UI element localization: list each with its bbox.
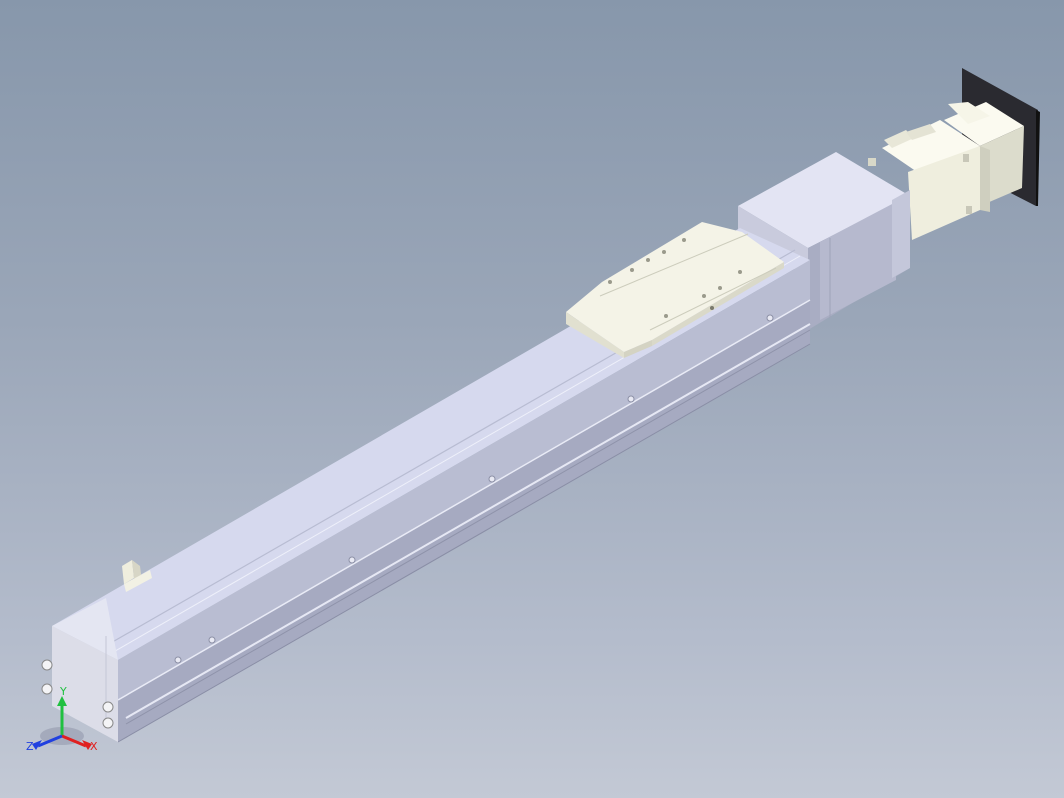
- z-axis-label: Z: [26, 740, 34, 753]
- y-axis-label: Y: [59, 685, 67, 698]
- linear-actuator-model[interactable]: [0, 0, 1064, 798]
- orientation-triad: Y X Z: [26, 685, 98, 753]
- 3d-viewport[interactable]: Y X Z: [0, 0, 1064, 798]
- x-axis-label: X: [90, 740, 98, 753]
